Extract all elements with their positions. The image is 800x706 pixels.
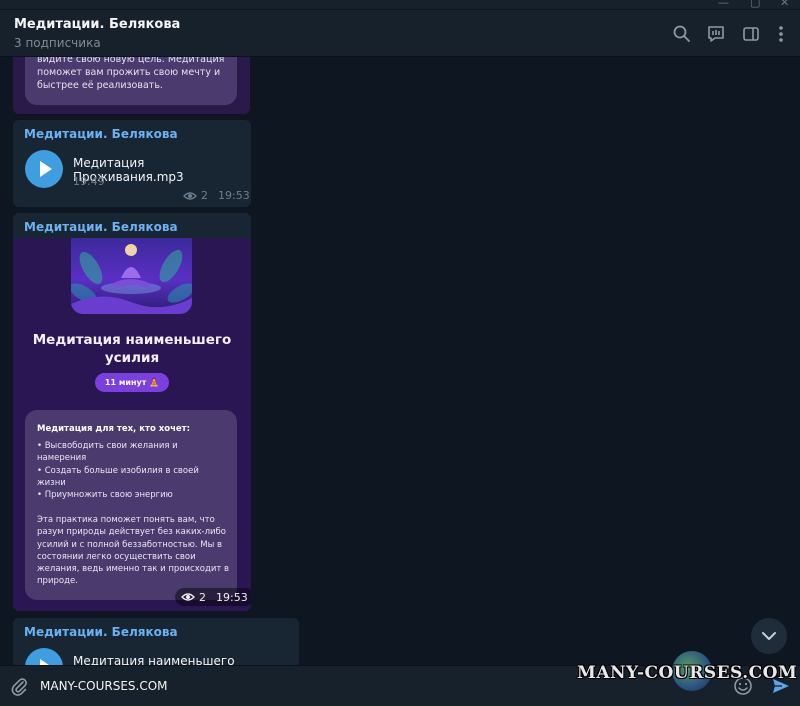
window-titlebar: — ▢ ✕ [0,0,800,10]
message-sender[interactable]: Медитации. Белякова [24,127,178,141]
chat-header[interactable]: Медитации. Белякова 3 подписчика [0,10,800,57]
list-item: • Высвободить свои желания и намерения [37,441,178,464]
play-button[interactable] [25,648,63,665]
audio-duration: 19:49 [73,175,105,188]
post-text: видите свою новую цель. Медитация поможе… [37,57,225,91]
message-time: 19:53 [216,590,248,604]
meditation-illustration[interactable] [71,238,192,314]
scroll-down-button[interactable] [751,618,787,654]
views-icon [183,191,197,200]
views-icon [181,593,195,601]
audio-message[interactable]: Медитации. Белякова Медитация наименьшег… [13,618,299,665]
subscriber-count: 3 подписчика [14,36,101,50]
message-sender[interactable]: Медитации. Белякова [24,220,178,234]
search-icon[interactable] [672,24,692,44]
view-count: 2 [199,590,206,604]
chat-history[interactable]: видите свою новую цель. Медитация поможе… [0,57,800,665]
description-body: Эта практика поможет понять вам, что раз… [37,515,230,587]
list-item: • Приумножить свою энергию [37,490,173,501]
live-stream-icon[interactable] [706,24,726,44]
chevron-down-icon [762,632,776,640]
attach-icon[interactable] [9,676,29,696]
channel-title[interactable]: Медитации. Белякова [14,17,180,32]
close-icon[interactable]: ✕ [780,0,789,9]
message-time: 19:53 [218,189,250,202]
maximize-icon[interactable]: ▢ [750,0,760,9]
view-count: 2 [201,189,208,202]
play-button[interactable] [25,150,63,188]
audio-filename: Медитация наименьшего усилия.mp3 [73,654,235,665]
sender-bar: Медитации. Белякова [13,213,251,238]
more-menu-icon[interactable] [771,24,791,44]
sidebar-toggle-icon[interactable] [741,24,761,44]
message-input[interactable] [40,674,560,698]
audio-message[interactable]: Медитации. Белякова Медитация Проживания… [13,120,251,207]
image-post-message[interactable]: видите свою новую цель. Медитация поможе… [13,57,250,114]
minimize-icon[interactable]: — [718,0,729,9]
description-heading: Медитация для тех, кто хочет: [37,424,190,434]
image-post-message[interactable]: Медитации. Белякова Медитация наименьшег… [13,213,251,611]
watermark-text: MANY-COURSES.COM [577,663,798,683]
message-sender[interactable]: Медитации. Белякова [24,625,178,639]
post-card: видите свою новую цель. Медитация поможе… [25,57,237,105]
benefit-list: • Высвободить свои желания и намерения •… [37,440,229,501]
duration-badge: 11 минут 🧘 [95,373,169,392]
post-title: Медитация наименьшего усилия [32,332,232,366]
message-meta: 2 19:53 [183,189,250,202]
list-item: • Создать больше изобилия в своей жизни [37,465,199,488]
description-card: Медитация для тех, кто хочет: • Высвобод… [25,410,237,600]
message-meta: 2 19:53 [175,588,251,606]
